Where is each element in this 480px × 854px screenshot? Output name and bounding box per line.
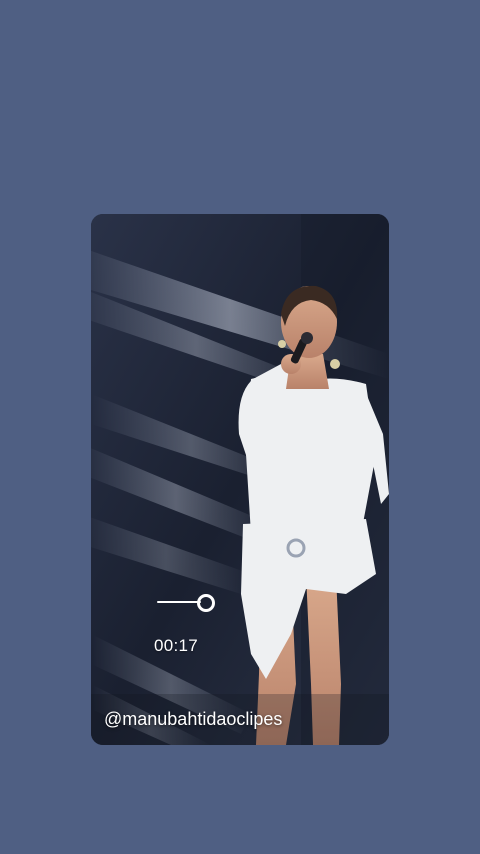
video-frame (91, 214, 389, 745)
current-time: 00:17 (154, 636, 199, 655)
seek-slider[interactable] (157, 593, 217, 613)
watermark-handle: @manubahtidaoclipes (104, 709, 283, 729)
video-player[interactable]: 00:17 @manubahtidaoclipes (91, 214, 389, 745)
screen: 00:17 @manubahtidaoclipes (0, 0, 480, 854)
seek-knob-icon[interactable] (197, 594, 215, 612)
seek-track[interactable] (157, 601, 201, 603)
